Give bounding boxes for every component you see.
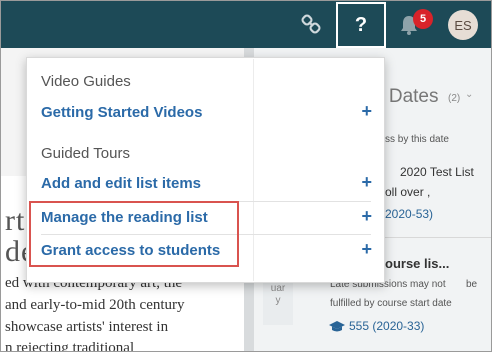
page-text-line-2: and early-to-mid 20th century xyxy=(5,297,185,313)
course-list-title[interactable]: ourse lis... xyxy=(385,256,449,271)
link-icon xyxy=(301,14,321,34)
link-button[interactable] xyxy=(297,11,325,37)
help-label: ? xyxy=(354,13,368,36)
user-avatar[interactable]: ES xyxy=(448,10,478,40)
page-text-line-3: showcase artists' interest in xyxy=(5,319,169,335)
list-title-line-1: 2020 Test List xyxy=(400,165,474,179)
top-bar: ? 5 ES xyxy=(1,1,491,48)
date-line-3: y xyxy=(275,295,281,306)
help-button[interactable]: ? xyxy=(336,2,386,48)
notification-badge: 5 xyxy=(413,9,433,29)
course-code-link[interactable]: 555 (2020-33) xyxy=(349,319,424,333)
plus-icon[interactable]: + xyxy=(361,172,372,193)
menu-item-getting-started-videos[interactable]: Getting Started Videos + xyxy=(27,97,384,129)
highlight-annotation xyxy=(29,201,239,267)
list-title-line-2: oll over , xyxy=(385,185,431,199)
late-note-line-2: be xyxy=(466,279,478,290)
section-guided-tours: Guided Tours xyxy=(41,145,130,162)
plus-icon[interactable]: + xyxy=(361,101,372,122)
page-text-line-4: n rejecting traditional xyxy=(5,340,135,352)
late-note-line-3: fulfilled by course start date xyxy=(330,298,452,309)
screen: ? 5 ES rt ' de ed with contemporary art,… xyxy=(0,0,492,352)
graduation-cap-icon xyxy=(329,320,345,338)
date-line-2: uar xyxy=(270,283,286,294)
section-video-guides: Video Guides xyxy=(41,73,131,90)
menu-item-add-edit-list-items[interactable]: Add and edit list items + xyxy=(27,168,384,200)
menu-item-label: Getting Started Videos xyxy=(41,104,203,121)
plus-icon[interactable]: + xyxy=(361,206,372,227)
dates-note: ss by this date xyxy=(385,134,449,145)
list-code-link[interactable]: 2020-53) xyxy=(385,207,433,221)
menu-item-label: Add and edit list items xyxy=(41,175,202,192)
dates-count: (2) xyxy=(448,93,461,104)
plus-icon[interactable]: + xyxy=(361,239,372,260)
chevron-down-icon[interactable]: ⌄ xyxy=(465,89,473,100)
